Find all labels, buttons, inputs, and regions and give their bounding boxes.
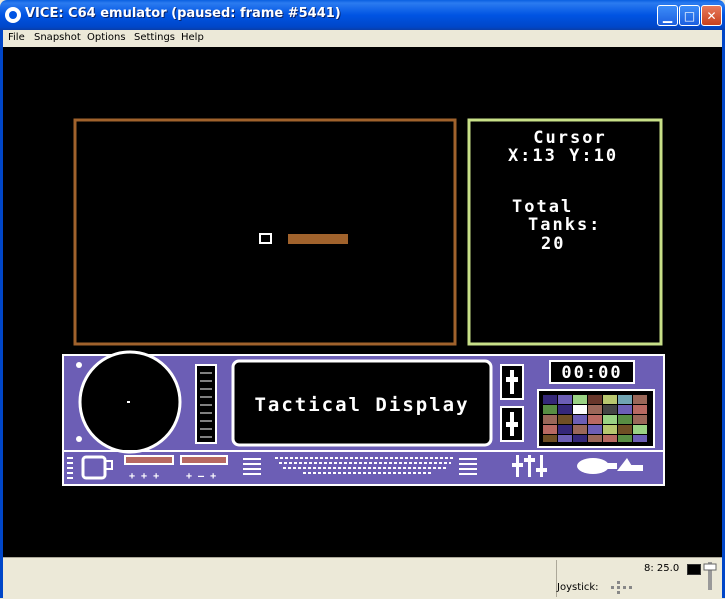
tanks-count: 20 (541, 234, 565, 254)
total-label: Total (512, 197, 573, 217)
window-title: VICE: C64 emulator (paused: frame #5441) (25, 6, 341, 21)
speed-indicator: 8: 25.0 (644, 563, 680, 574)
svg-text:+ + +: + + + (129, 471, 159, 482)
emulator-screen[interactable]: Cursor X:13 Y:10 Total Tanks: 20 Tactica… (3, 47, 722, 557)
color-grid-display (537, 389, 655, 448)
gauge-bar (195, 364, 217, 444)
tank-marker (288, 234, 348, 244)
timer-readout: 00:00 (561, 363, 622, 383)
maximize-button[interactable]: □ (679, 5, 700, 26)
resize-slider-icon[interactable] (703, 562, 717, 590)
map-cursor (259, 233, 272, 244)
menu-bar: File Snapshot Options Settings Help (0, 30, 725, 47)
status-bar: 8: 25.0 Joystick: (3, 557, 722, 599)
cursor-coords: X:13 Y:10 (508, 146, 618, 166)
menu-help[interactable]: Help (181, 32, 204, 43)
menu-settings[interactable]: Settings (134, 32, 175, 43)
drive-led-indicator (687, 564, 701, 575)
cursor-title: Cursor (533, 128, 606, 148)
title-bar[interactable]: VICE: C64 emulator (paused: frame #5441)… (0, 0, 725, 30)
radar-blip (127, 401, 130, 403)
joystick-label: Joystick: (557, 582, 599, 593)
menu-file[interactable]: File (8, 32, 25, 43)
tactical-display-label: Tactical Display (254, 394, 469, 416)
mixer-sliders-icon (512, 455, 547, 477)
vice-app-icon[interactable] (5, 7, 21, 23)
map-border (73, 118, 457, 346)
c64-display: Cursor X:13 Y:10 Total Tanks: 20 Tactica… (62, 118, 665, 486)
tanks-label: Tanks: (528, 215, 601, 235)
svg-text:+ – +: + – + (186, 471, 216, 482)
menu-options[interactable]: Options (87, 32, 126, 43)
minimize-button[interactable]: ▁ (657, 5, 678, 26)
joystick-indicator-icon[interactable] (607, 580, 637, 594)
close-button[interactable]: ✕ (701, 5, 722, 26)
menu-snapshot[interactable]: Snapshot (34, 32, 81, 43)
